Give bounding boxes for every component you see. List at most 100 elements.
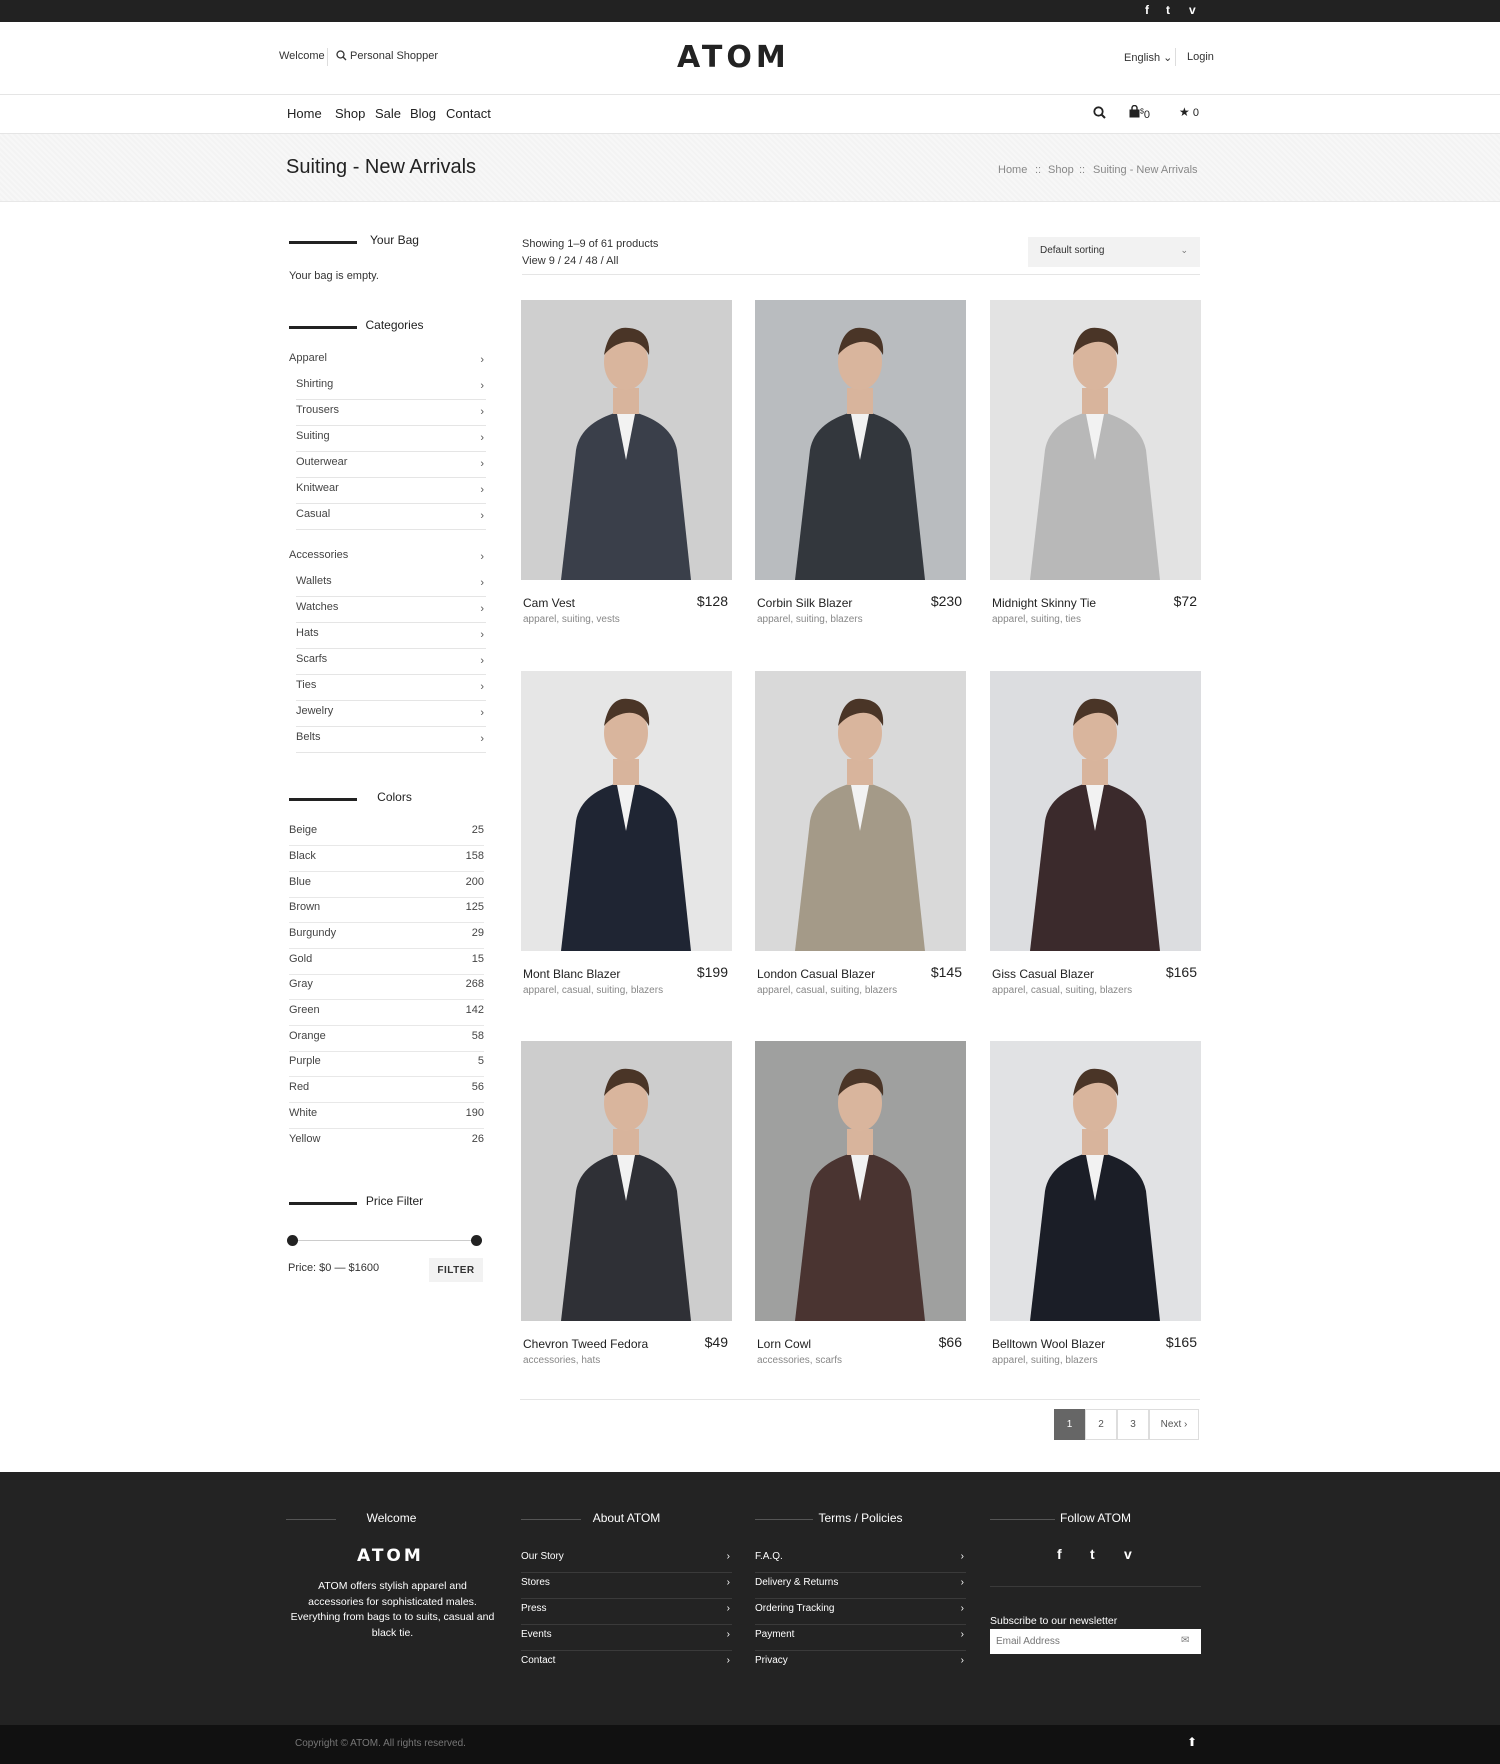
figure-neck [847,759,873,785]
color-filter-green[interactable]: Green 142 [289,1004,484,1026]
nav-shop[interactable]: Shop [335,106,365,121]
sort-select[interactable]: Default sorting ⌄ [1028,237,1200,267]
footer-link-contact[interactable]: Contact › [521,1655,732,1677]
color-filter-orange[interactable]: Orange 58 [289,1030,484,1052]
product-image[interactable] [521,1041,732,1321]
category-ties[interactable]: Ties › [296,679,486,701]
chevron-right-icon: › [480,707,484,719]
category-label: Wallets [296,575,332,587]
color-filter-purple[interactable]: Purple 5 [289,1055,484,1077]
product-image[interactable] [990,671,1201,951]
color-filter-gray[interactable]: Gray 268 [289,978,484,1000]
color-filter-red[interactable]: Red 56 [289,1081,484,1103]
product-image[interactable] [990,1041,1201,1321]
page-1-button[interactable]: 1 [1054,1409,1085,1440]
color-filter-black[interactable]: Black 158 [289,850,484,872]
back-to-top-icon[interactable]: ⬆ [1187,1735,1197,1749]
product-image[interactable] [755,671,966,951]
view-per-page[interactable]: View 9 / 24 / 48 / All [522,253,658,270]
newsletter-email-input[interactable] [990,1629,1201,1654]
category-accessories[interactable]: Accessories › [289,549,486,569]
color-filter-white[interactable]: White 190 [289,1107,484,1129]
vimeo-icon[interactable]: v [1124,1546,1132,1562]
category-casual[interactable]: Casual › [296,508,486,530]
nav-sale[interactable]: Sale [375,106,401,121]
category-belts[interactable]: Belts › [296,731,486,753]
login-link[interactable]: Login [1187,51,1214,63]
color-filter-brown[interactable]: Brown 125 [289,901,484,923]
footer-link-payment[interactable]: Payment › [755,1629,966,1651]
product-name[interactable]: Chevron Tweed Fedora [523,1337,648,1351]
category-trousers[interactable]: Trousers › [296,404,486,426]
color-filter-gold[interactable]: Gold 15 [289,953,484,975]
nav-home[interactable]: Home [287,106,322,121]
category-hats[interactable]: Hats › [296,627,486,649]
product-image[interactable] [990,300,1201,580]
category-scarfs[interactable]: Scarfs › [296,653,486,675]
product-name[interactable]: Giss Casual Blazer [992,967,1094,981]
color-filter-yellow[interactable]: Yellow 26 [289,1133,484,1155]
breadcrumb-separator: :: [1079,164,1086,176]
colors-widget-title: Colors [289,790,500,806]
footer-link-our-story[interactable]: Our Story › [521,1551,732,1573]
product-image[interactable] [755,300,966,580]
color-name: Gray [289,978,313,990]
nav-blog[interactable]: Blog [410,106,436,121]
footer-link-delivery-returns[interactable]: Delivery & Returns › [755,1577,966,1599]
product-image[interactable] [521,300,732,580]
footer-link-stores[interactable]: Stores › [521,1577,732,1599]
product-image[interactable] [755,1041,966,1321]
chevron-right-icon: › [960,1551,964,1562]
chevron-right-icon: › [726,1577,730,1588]
product-name[interactable]: Lorn Cowl [757,1337,811,1351]
footer-link-privacy[interactable]: Privacy › [755,1655,966,1677]
page-2-button[interactable]: 2 [1085,1409,1117,1440]
page-3-button[interactable]: 3 [1117,1409,1149,1440]
product-name[interactable]: Midnight Skinny Tie [992,596,1096,610]
nav-contact[interactable]: Contact [446,106,491,121]
filter-button[interactable]: FILTER [429,1258,483,1282]
vimeo-icon[interactable]: v [1189,3,1196,17]
personal-shopper-link[interactable]: Personal Shopper [336,50,438,62]
twitter-icon[interactable]: t [1166,3,1170,17]
color-filter-beige[interactable]: Beige 25 [289,824,484,846]
product-name[interactable]: Cam Vest [523,596,575,610]
footer-link-ordering-tracking[interactable]: Ordering Tracking › [755,1603,966,1625]
footer-link-press[interactable]: Press › [521,1603,732,1625]
category-knitwear[interactable]: Knitwear › [296,482,486,504]
category-outerwear[interactable]: Outerwear › [296,456,486,478]
color-filter-burgundy[interactable]: Burgundy 29 [289,927,484,949]
price-slider-min-handle[interactable] [287,1235,298,1246]
wishlist-button[interactable]: ★ 0 [1179,105,1199,119]
product-image[interactable] [521,671,732,951]
language-select[interactable]: English ⌄ [1124,51,1172,64]
facebook-icon[interactable]: f [1145,3,1149,17]
category-shirting[interactable]: Shirting › [296,378,486,400]
next-page-button[interactable]: Next › [1149,1409,1199,1440]
divider [990,1586,1201,1587]
divider [1175,48,1176,66]
color-filter-blue[interactable]: Blue 200 [289,876,484,898]
footer-link-events[interactable]: Events › [521,1629,732,1651]
breadcrumb-shop[interactable]: Shop [1048,164,1074,176]
category-suiting[interactable]: Suiting › [296,430,486,452]
product-name[interactable]: Corbin Silk Blazer [757,596,852,610]
price-slider-max-handle[interactable] [471,1235,482,1246]
category-jewelry[interactable]: Jewelry › [296,705,486,727]
site-logo[interactable]: ATOM [677,40,790,75]
footer-link-faq[interactable]: F.A.Q. › [755,1551,966,1573]
cart-button[interactable]: $0 [1129,104,1150,121]
welcome-text: Welcome [279,50,325,62]
product-name[interactable]: London Casual Blazer [757,967,875,981]
price-slider-track[interactable] [292,1240,477,1241]
product-name[interactable]: Mont Blanc Blazer [523,967,620,981]
envelope-icon[interactable]: ✉ [1181,1635,1189,1646]
breadcrumb-home[interactable]: Home [998,164,1027,176]
search-icon[interactable] [1093,106,1106,122]
twitter-icon[interactable]: t [1090,1546,1095,1562]
facebook-icon[interactable]: f [1057,1546,1062,1562]
category-watches[interactable]: Watches › [296,601,486,623]
category-wallets[interactable]: Wallets › [296,575,486,597]
category-apparel[interactable]: Apparel › [289,352,486,372]
product-name[interactable]: Belltown Wool Blazer [992,1337,1105,1351]
